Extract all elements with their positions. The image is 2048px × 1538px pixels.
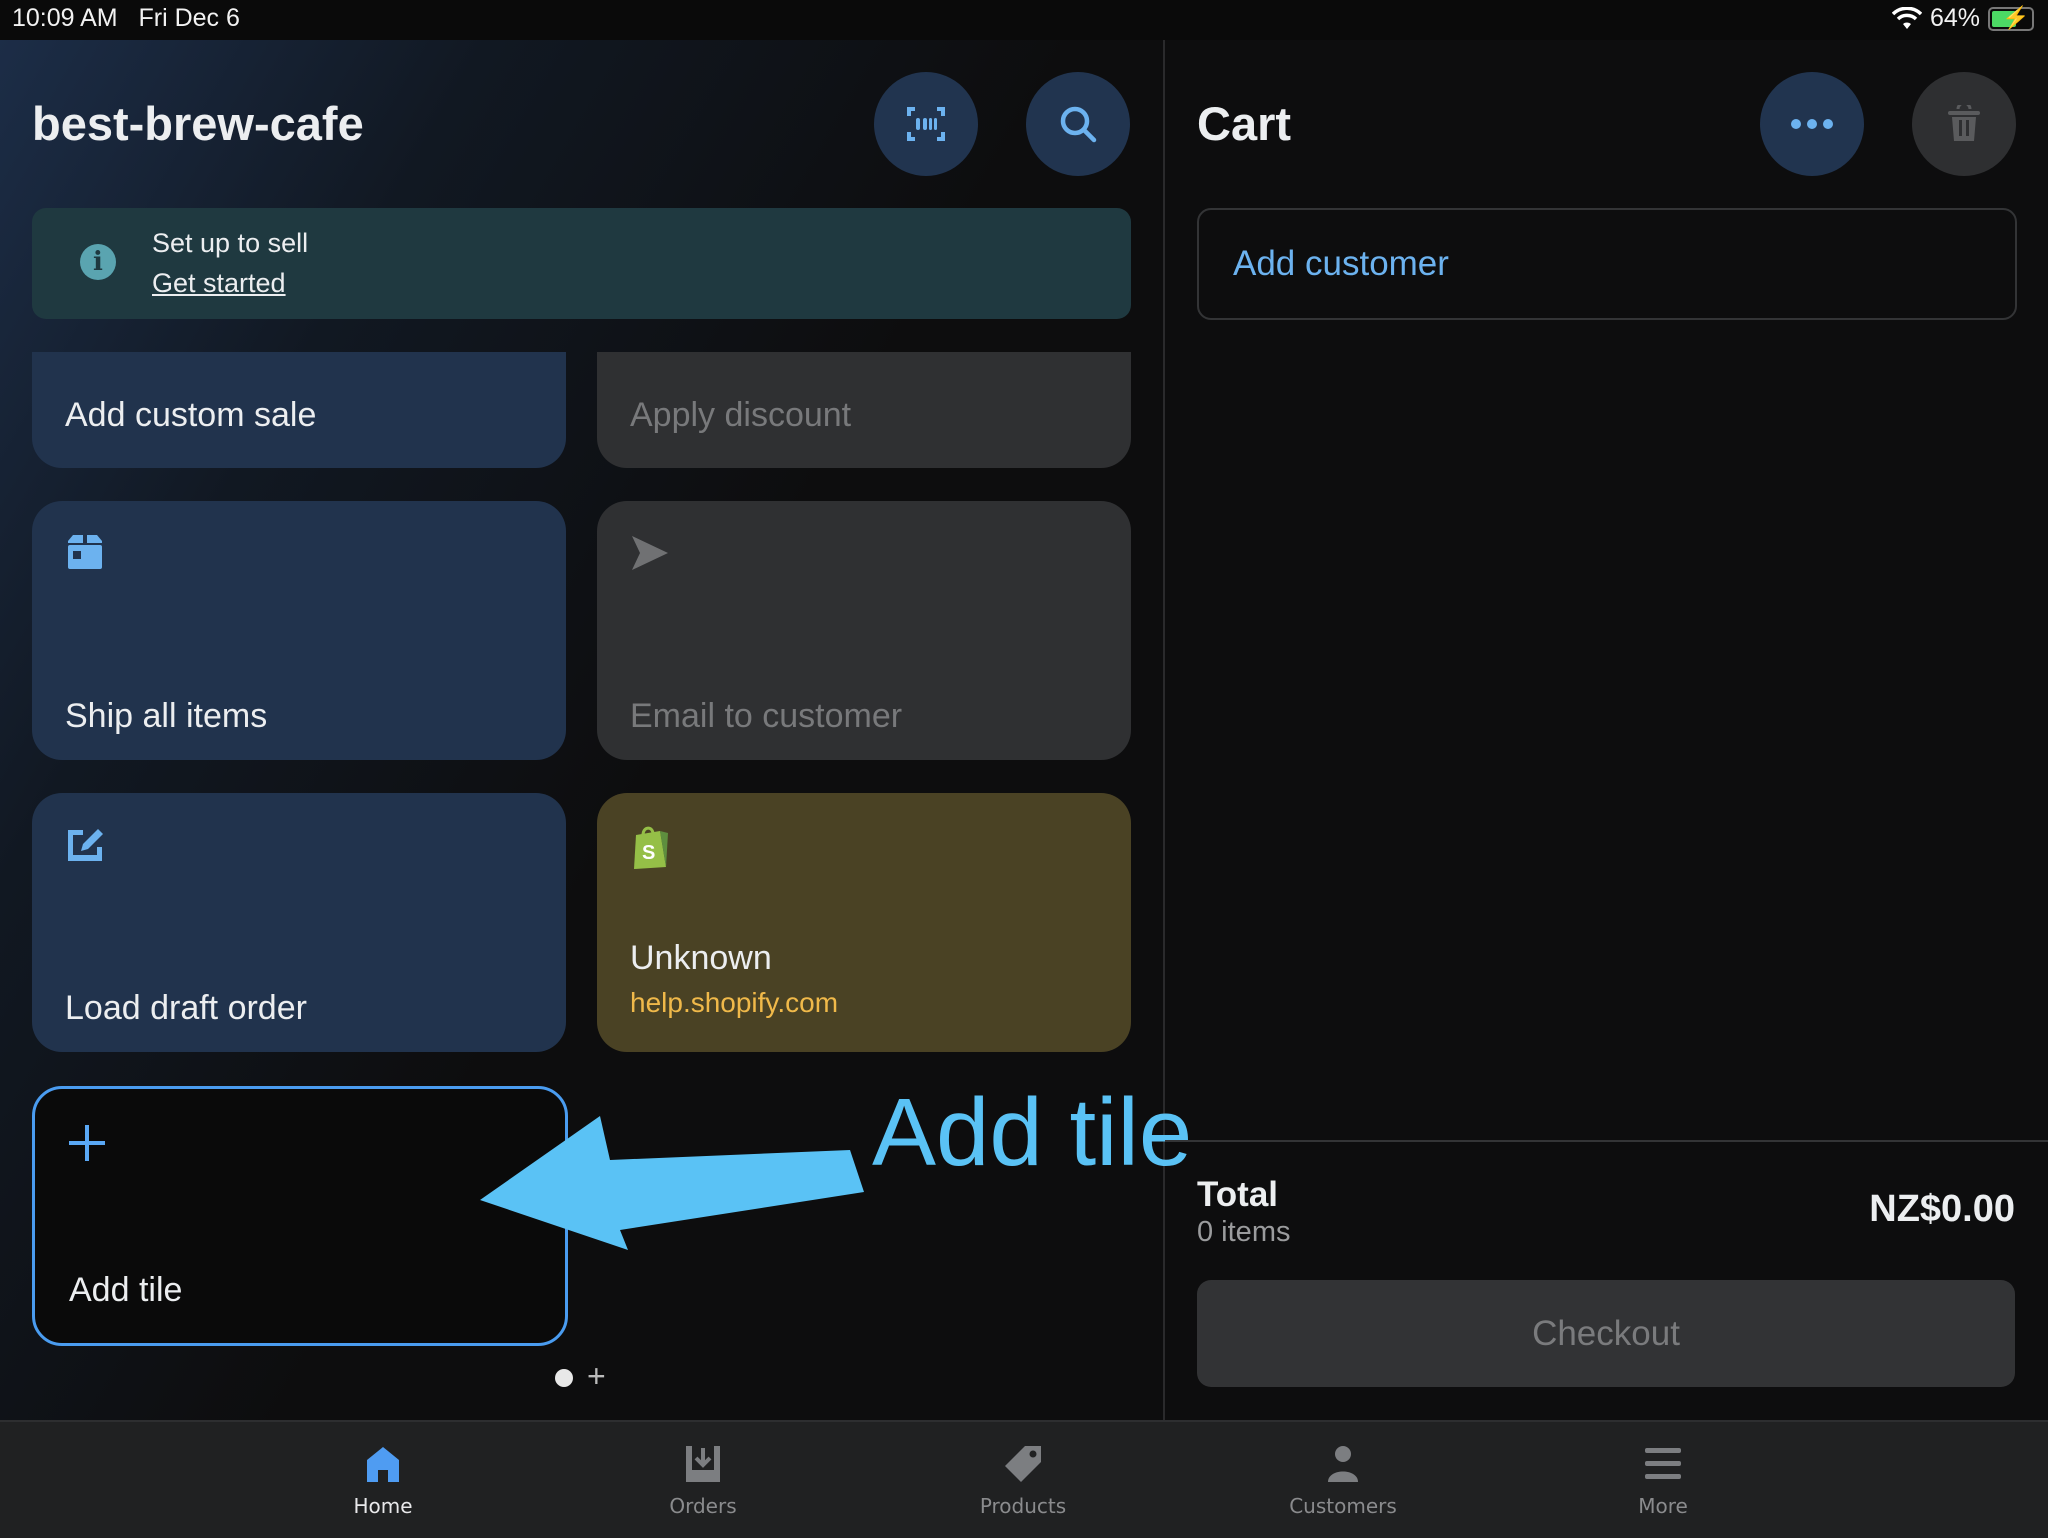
add-page-button[interactable]: + xyxy=(587,1358,606,1395)
tile-apply-discount[interactable]: Apply discount xyxy=(597,352,1131,468)
tab-bar: Home Orders Products Customers More xyxy=(0,1420,2048,1538)
trash-icon xyxy=(1948,105,1980,141)
plus-icon xyxy=(69,1125,105,1161)
checkout-button[interactable]: Checkout xyxy=(1197,1280,2015,1387)
edit-draft-icon xyxy=(68,829,103,861)
battery-percent: 64% xyxy=(1929,4,1980,32)
clear-cart-button[interactable] xyxy=(1912,72,2016,176)
tile-label: Apply discount xyxy=(630,396,852,434)
tile-label: Load draft order xyxy=(65,989,307,1027)
home-icon xyxy=(367,1447,399,1482)
info-icon: i xyxy=(80,244,116,280)
tab-label: More xyxy=(1638,1494,1688,1518)
scan-barcode-button[interactable] xyxy=(874,72,978,176)
tab-customers[interactable]: Customers xyxy=(1243,1422,1443,1538)
status-bar: 10:09 AM Fri Dec 6 64% ⚡ xyxy=(0,0,2048,40)
status-time: 10:09 AM Fri Dec 6 xyxy=(12,4,240,32)
shopify-bag-icon: S xyxy=(634,826,668,869)
tile-email-to-customer[interactable]: Email to customer xyxy=(597,501,1131,760)
orders-inbox-icon xyxy=(686,1446,720,1482)
annotation-label: Add tile xyxy=(872,1079,1193,1186)
person-icon xyxy=(1328,1446,1358,1482)
tile-label: Unknown xyxy=(630,939,772,977)
cart-title: Cart xyxy=(1197,97,1292,150)
tab-label: Orders xyxy=(669,1494,737,1518)
menu-icon xyxy=(1645,1448,1681,1479)
status-indicators: 64% ⚡ xyxy=(1891,4,2034,33)
tile-sublabel-url[interactable]: help.shopify.com xyxy=(630,987,838,1019)
total-amount: NZ$0.00 xyxy=(1869,1188,2015,1230)
cart-more-button[interactable] xyxy=(1760,72,1864,176)
tab-home[interactable]: Home xyxy=(283,1422,483,1538)
cart-divider xyxy=(1165,1140,2048,1142)
store-name: best-brew-cafe xyxy=(32,97,364,150)
total-label: Total xyxy=(1197,1175,1279,1214)
tile-load-draft-order[interactable]: Load draft order xyxy=(32,793,566,1052)
tab-label: Home xyxy=(353,1494,413,1518)
barcode-scan-icon xyxy=(907,107,945,141)
page-indicator-dot[interactable] xyxy=(555,1369,573,1387)
banner-title: Set up to sell xyxy=(152,228,309,258)
panel-divider xyxy=(1163,40,1165,1420)
add-customer-button[interactable]: Add customer xyxy=(1197,208,2017,320)
search-button[interactable] xyxy=(1026,72,1130,176)
tag-icon xyxy=(1005,1446,1041,1482)
tab-more[interactable]: More xyxy=(1563,1422,1763,1538)
tile-ship-all-items[interactable]: Ship all items xyxy=(32,501,566,760)
add-customer-label: Add customer xyxy=(1233,244,1449,283)
ellipsis-icon xyxy=(1791,119,1833,129)
tab-products[interactable]: Products xyxy=(923,1422,1123,1538)
tile-add-custom-sale[interactable]: Add custom sale xyxy=(32,352,566,468)
tile-unknown-shopify-link[interactable]: S Unknown help.shopify.com xyxy=(597,793,1131,1052)
tile-label: Add custom sale xyxy=(65,396,317,434)
tile-label: Ship all items xyxy=(65,697,268,735)
battery-charging-icon: ⚡ xyxy=(1988,5,2034,31)
setup-banner: i Set up to sell Get started xyxy=(32,208,1131,319)
annotation-arrow xyxy=(480,1116,864,1250)
tab-label: Customers xyxy=(1289,1494,1397,1518)
send-icon xyxy=(632,536,668,570)
tab-orders[interactable]: Orders xyxy=(603,1422,803,1538)
search-icon xyxy=(1060,106,1097,143)
get-started-link[interactable]: Get started xyxy=(152,268,286,299)
tab-label: Products xyxy=(979,1494,1067,1518)
wifi-icon xyxy=(1891,6,1922,29)
tile-label: Email to customer xyxy=(630,697,903,735)
add-tile-label: Add tile xyxy=(69,1271,183,1309)
package-icon xyxy=(68,535,102,569)
svg-text:S: S xyxy=(642,842,655,864)
items-count: 0 items xyxy=(1197,1216,1291,1248)
